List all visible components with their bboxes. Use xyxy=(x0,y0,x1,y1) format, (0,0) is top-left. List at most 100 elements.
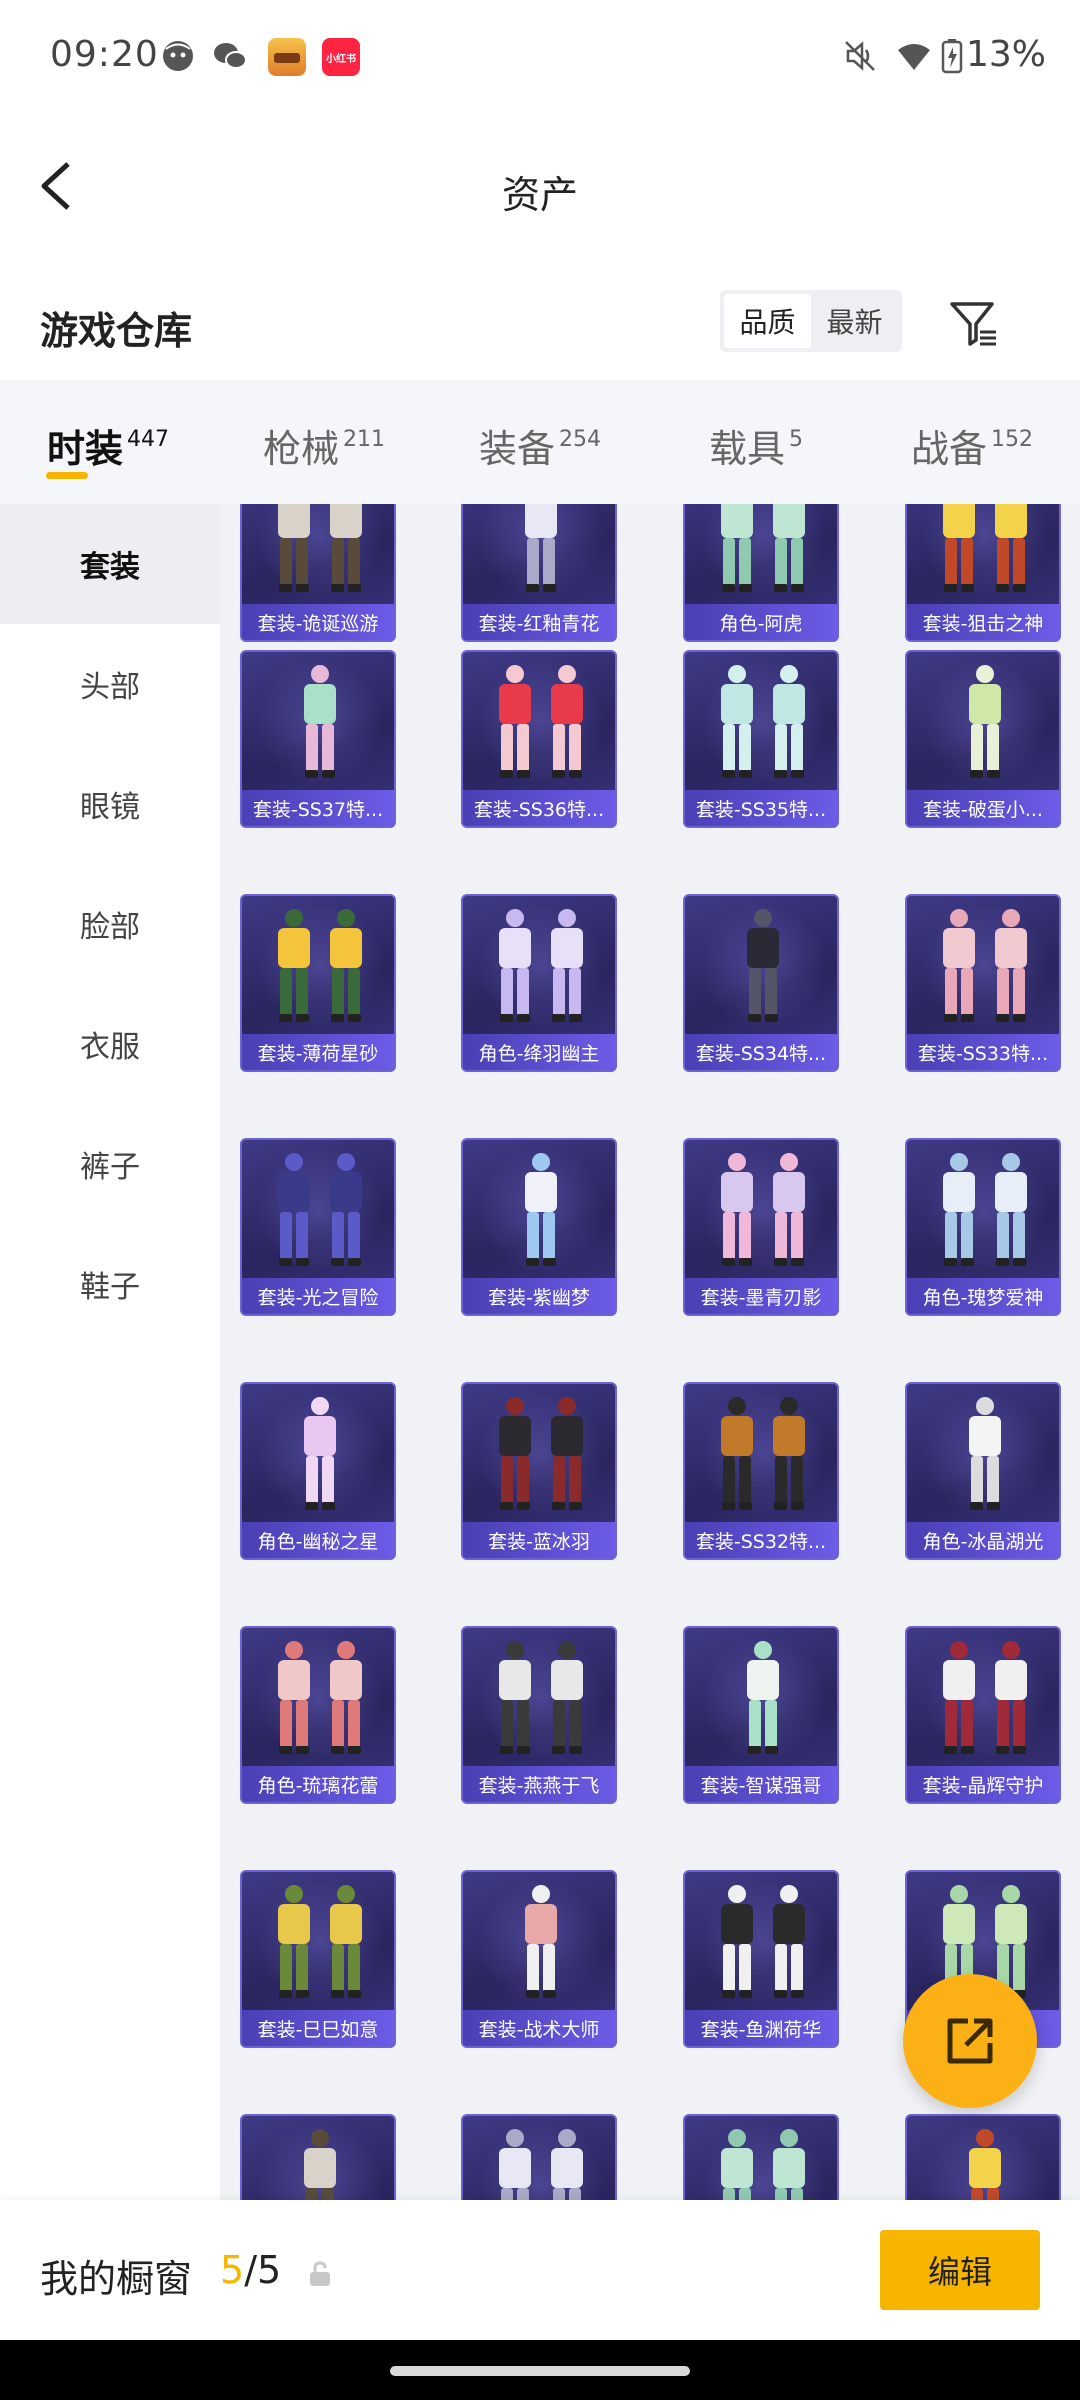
outfit-thumbnail xyxy=(943,909,1027,1022)
item-name: 套装-SS35特... xyxy=(685,790,837,826)
filter-icon[interactable] xyxy=(946,296,1002,352)
section-title: 游戏仓库 xyxy=(40,309,193,353)
sidebar-item-glasses[interactable]: 眼镜 xyxy=(0,744,220,864)
item-card[interactable]: 套装-晶辉守护 xyxy=(905,1626,1061,1804)
outfit-thumbnail xyxy=(721,504,805,592)
item-name: 套装-SS34特... xyxy=(685,1034,837,1070)
item-card[interactable]: 角色-瑰梦爱神 xyxy=(905,1138,1061,1316)
item-card[interactable]: 套装-狙击之神 xyxy=(905,504,1061,642)
outfit-thumbnail xyxy=(278,909,362,1022)
tab-equipment[interactable]: 装备 254 xyxy=(432,380,648,504)
item-card[interactable]: 套装-光之冒险 xyxy=(240,1138,396,1316)
item-name: 套装-诡诞巡游 xyxy=(242,604,394,640)
item-card[interactable]: 套装-诡诞巡游 xyxy=(240,504,396,642)
item-card[interactable]: 套装-SS37特... xyxy=(240,650,396,828)
item-name: 套装-燕燕于飞 xyxy=(463,1766,615,1802)
item-card[interactable]: 角色-绛羽幽主 xyxy=(461,894,617,1072)
showcase-bar: 我的橱窗 5/5 编辑 xyxy=(0,2200,1080,2340)
outfit-thumbnail xyxy=(499,909,583,1022)
outfit-thumbnail xyxy=(304,665,336,778)
outfit-thumbnail xyxy=(943,504,1027,592)
home-indicator[interactable] xyxy=(390,2366,690,2376)
tab-count: 254 xyxy=(559,427,601,452)
item-card[interactable]: 套装-紫幽梦 xyxy=(461,1138,617,1316)
item-card[interactable]: 套装-破蛋小... xyxy=(905,650,1061,828)
item-card[interactable] xyxy=(240,2114,396,2200)
outfit-thumbnail xyxy=(278,1885,362,1998)
tab-count: 447 xyxy=(127,427,169,452)
outfit-thumbnail xyxy=(499,665,583,778)
showcase-total: /5 xyxy=(244,2248,282,2292)
sidebar-item-clothes[interactable]: 衣服 xyxy=(0,984,220,1104)
item-card[interactable] xyxy=(905,2114,1061,2200)
item-name: 角色-琉璃花蕾 xyxy=(242,1766,394,1802)
item-card[interactable]: 套装-巳巳如意 xyxy=(240,1870,396,2048)
outfit-thumbnail xyxy=(969,665,1001,778)
share-button[interactable] xyxy=(903,1974,1037,2108)
tab-gear[interactable]: 战备 152 xyxy=(864,380,1080,504)
sort-by-quality-button[interactable]: 品质 xyxy=(724,294,811,348)
share-icon xyxy=(947,2018,993,2064)
item-card[interactable] xyxy=(683,2114,839,2200)
item-card[interactable]: 套装-墨青刃影 xyxy=(683,1138,839,1316)
item-card[interactable]: 角色-琉璃花蕾 xyxy=(240,1626,396,1804)
item-name: 套装-SS37特... xyxy=(242,790,394,826)
item-card[interactable]: 角色-冰晶湖光 xyxy=(905,1382,1061,1560)
item-card[interactable]: 套装-红釉青花 xyxy=(461,504,617,642)
outfit-thumbnail xyxy=(525,1153,557,1266)
showcase-current: 5 xyxy=(220,2248,245,2292)
sort-toggle: 品质 最新 xyxy=(720,290,902,352)
outfit-thumbnail xyxy=(721,665,805,778)
item-name: 套装-SS32特... xyxy=(685,1522,837,1558)
outfit-thumbnail xyxy=(969,2129,1001,2200)
item-card[interactable]: 套装-SS35特... xyxy=(683,650,839,828)
item-name: 套装-巳巳如意 xyxy=(242,2010,394,2046)
item-name: 套装-紫幽梦 xyxy=(463,1278,615,1314)
sort-by-newest-button[interactable]: 最新 xyxy=(811,294,898,348)
outfit-thumbnail xyxy=(499,1641,583,1754)
edit-button[interactable]: 编辑 xyxy=(880,2230,1040,2310)
item-card[interactable]: 套装-战术大师 xyxy=(461,1870,617,2048)
item-name: 角色-阿虎 xyxy=(685,604,837,640)
item-grid: 套装-诡诞巡游 套装-红釉青花 角色-阿虎 套装-狙击之神套装-SS37特... 套装-… xyxy=(220,504,1080,2200)
outfit-thumbnail xyxy=(278,1153,362,1266)
navigation-bar xyxy=(0,2340,1080,2400)
tab-guns[interactable]: 枪械 211 xyxy=(216,380,432,504)
item-card[interactable]: 套装-智谋强哥 xyxy=(683,1626,839,1804)
outfit-thumbnail xyxy=(525,504,557,592)
item-name: 套装-鱼渊荷华 xyxy=(685,2010,837,2046)
warehouse-section-header: 游戏仓库 品质 最新 xyxy=(0,256,1080,380)
wifi-icon xyxy=(898,44,930,70)
sidebar-item-head[interactable]: 头部 xyxy=(0,624,220,744)
sidebar-item-suits[interactable]: 套装 xyxy=(0,504,220,624)
sidebar-item-face[interactable]: 脸部 xyxy=(0,864,220,984)
sidebar-item-pants[interactable]: 裤子 xyxy=(0,1104,220,1224)
item-card[interactable]: 套装-SS33特... xyxy=(905,894,1061,1072)
item-name: 套装-狙击之神 xyxy=(907,604,1059,640)
item-card[interactable]: 套装-SS36特... xyxy=(461,650,617,828)
item-card[interactable]: 套装-薄荷星砂 xyxy=(240,894,396,1072)
item-card[interactable]: 角色-阿虎 xyxy=(683,504,839,642)
item-card[interactable]: 套装-燕燕于飞 xyxy=(461,1626,617,1804)
tab-fashion[interactable]: 时装 447 xyxy=(0,380,216,504)
item-card[interactable] xyxy=(461,2114,617,2200)
outfit-thumbnail xyxy=(747,909,779,1022)
outfit-thumbnail xyxy=(499,1397,583,1510)
item-card[interactable]: 套装-蓝冰羽 xyxy=(461,1382,617,1560)
tab-count: 211 xyxy=(343,427,385,452)
battery-icon xyxy=(941,39,963,74)
mute-icon xyxy=(845,41,875,71)
item-card[interactable]: 套装-SS32特... xyxy=(683,1382,839,1560)
tab-count: 5 xyxy=(789,427,803,452)
tab-label: 载具 xyxy=(708,427,785,471)
item-card[interactable]: 套装-SS34特... xyxy=(683,894,839,1072)
item-name: 套装-智谋强哥 xyxy=(685,1766,837,1802)
active-tab-indicator xyxy=(46,472,88,479)
showcase-label: 我的橱窗 xyxy=(40,2257,193,2301)
item-card[interactable]: 角色-幽秘之星 xyxy=(240,1382,396,1560)
outfit-thumbnail xyxy=(278,1641,362,1754)
tab-vehicles[interactable]: 载具 5 xyxy=(648,380,864,504)
item-card[interactable]: 套装-鱼渊荷华 xyxy=(683,1870,839,2048)
header: 资产 xyxy=(0,116,1080,256)
sidebar-item-shoes[interactable]: 鞋子 xyxy=(0,1224,220,1344)
